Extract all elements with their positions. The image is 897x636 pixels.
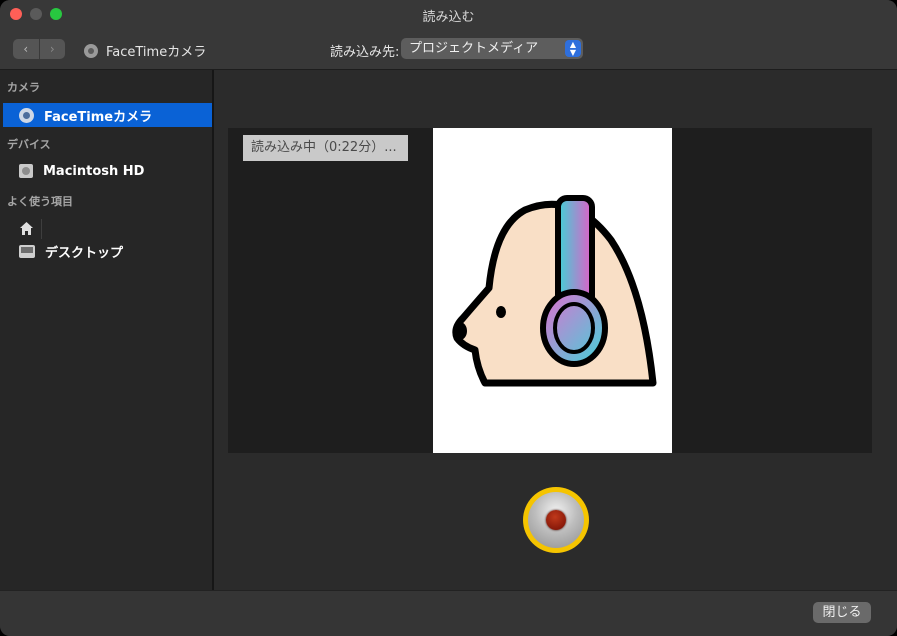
destination-select[interactable]: プロジェクトメディア ▲ ▼: [401, 38, 583, 59]
hard-drive-icon: [19, 164, 33, 178]
record-button[interactable]: [523, 487, 589, 553]
sidebar-item-label: FaceTimeカメラ: [44, 109, 153, 125]
record-button-face: [528, 492, 584, 548]
dog-headphones-image: [452, 195, 657, 387]
title-bar: 読み込む: [0, 0, 897, 28]
sidebar-item-macintosh-hd[interactable]: Macintosh HD: [3, 159, 212, 183]
nav-buttons: ‹ ›: [13, 39, 65, 59]
sidebar-item-label: デスクトップ: [45, 245, 124, 261]
import-status-badge: 読み込み中（0:22分）...: [243, 135, 408, 161]
select-arrows-icon: ▲ ▼: [565, 40, 581, 57]
camera-icon: [19, 107, 34, 123]
desktop-icon: [19, 244, 35, 258]
forward-button[interactable]: ›: [38, 39, 66, 59]
import-window: 読み込む ‹ › FaceTimeカメラ 読み込み先: プロジェクトメディア ▲…: [0, 0, 897, 636]
sidebar-heading-camera: カメラ: [7, 81, 40, 94]
destination-label: 読み込み先:: [330, 45, 400, 60]
sidebar-heading-favorites: よく使う項目: [7, 195, 73, 208]
sidebar-item-facetime-camera[interactable]: FaceTimeカメラ: [3, 103, 212, 127]
sidebar-item-label: Macintosh HD: [43, 163, 145, 179]
sidebar-item-desktop[interactable]: デスクトップ: [3, 239, 212, 263]
back-button[interactable]: ‹: [13, 39, 39, 59]
toolbar: ‹ › FaceTimeカメラ 読み込み先: プロジェクトメディア ▲ ▼: [0, 28, 897, 70]
sidebar-heading-devices: デバイス: [7, 138, 51, 151]
camera-icon: [84, 43, 98, 58]
source-breadcrumb: FaceTimeカメラ: [84, 41, 206, 60]
source-label: FaceTimeカメラ: [106, 45, 207, 60]
home-icon: [19, 221, 34, 236]
chevron-left-icon: ‹: [23, 42, 29, 56]
sidebar-item-home[interactable]: [3, 216, 212, 240]
sidebar-separator: [41, 219, 42, 239]
footer-bar: [0, 590, 897, 636]
record-icon: [546, 510, 566, 530]
destination-value: プロジェクトメディア: [409, 41, 539, 56]
preview-image: [433, 128, 672, 453]
close-button[interactable]: 閉じる: [813, 602, 871, 623]
chevron-right-icon: ›: [49, 42, 55, 56]
window-title: 読み込む: [422, 10, 475, 25]
